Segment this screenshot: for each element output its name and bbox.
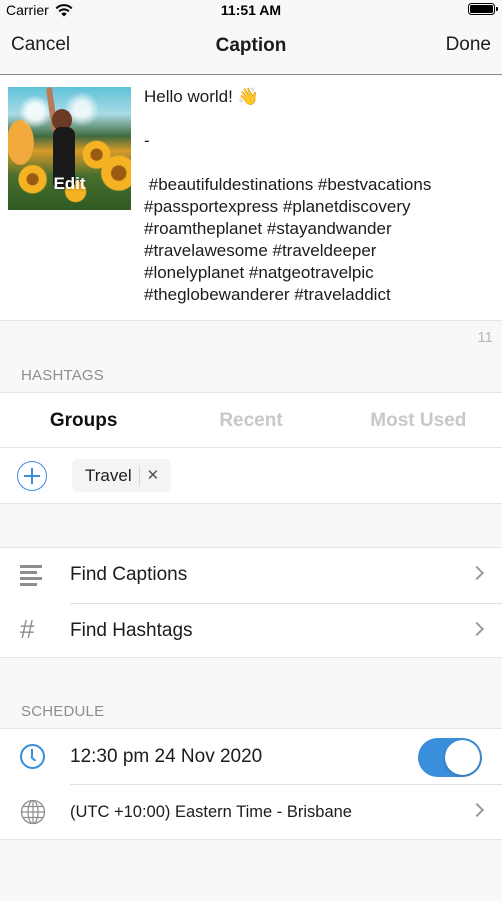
clock-icon — [20, 744, 45, 769]
find-captions-row[interactable]: Find Captions — [0, 548, 502, 603]
caption-textarea[interactable]: Hello world! 👋 - #beautifuldestinations … — [144, 86, 494, 306]
schedule-datetime[interactable]: 12:30 pm 24 Nov 2020 — [70, 746, 262, 768]
hashtag-tabs: Groups Recent Most Used — [0, 392, 502, 448]
globe-icon — [20, 799, 46, 825]
page-title: Caption — [0, 35, 502, 57]
navigation-bar: Cancel Caption Done — [0, 22, 502, 75]
battery-icon — [468, 3, 495, 15]
cancel-button[interactable]: Cancel — [11, 34, 70, 56]
find-captions-label: Find Captions — [70, 564, 187, 586]
chevron-right-icon — [470, 566, 484, 580]
toggle-knob — [445, 740, 480, 775]
schedule-section-header: SCHEDULE — [21, 703, 104, 720]
timezone-label: (UTC +10:00) Eastern Time - Brisbane — [70, 803, 352, 822]
done-button[interactable]: Done — [446, 34, 491, 56]
status-bar: Carrier 11:51 AM — [0, 0, 502, 22]
hashtag-icon: # — [20, 614, 34, 645]
text-lines-icon — [20, 565, 42, 585]
chevron-right-icon — [470, 803, 484, 817]
close-icon[interactable]: ✕ — [147, 468, 160, 483]
chevron-right-icon — [470, 622, 484, 636]
caption-editor: Edit Hello world! 👋 - #beautifuldestinat… — [0, 76, 502, 321]
find-hashtags-row[interactable]: # Find Hashtags — [0, 604, 502, 659]
post-thumbnail[interactable]: Edit — [8, 87, 131, 210]
find-list: Find Captions # Find Hashtags — [0, 547, 502, 658]
tab-groups[interactable]: Groups — [0, 393, 167, 447]
hashtag-count: 11 — [477, 329, 493, 346]
find-hashtags-label: Find Hashtags — [70, 620, 193, 642]
schedule-toggle[interactable] — [418, 738, 482, 777]
chip-label: Travel — [85, 466, 132, 486]
tab-most-used[interactable]: Most Used — [335, 393, 502, 447]
edit-photo-label: Edit — [8, 174, 131, 194]
status-time: 11:51 AM — [0, 2, 502, 18]
schedule-section: 12:30 pm 24 Nov 2020 (UTC +10:00) Easter… — [0, 728, 502, 840]
hashtags-section-header: HASHTAGS — [21, 367, 104, 384]
tab-recent[interactable]: Recent — [167, 393, 334, 447]
chip-divider — [139, 466, 140, 486]
hashtag-groups-row: Travel ✕ — [0, 448, 502, 504]
plus-circle-icon[interactable] — [17, 461, 47, 491]
hashtag-group-chip[interactable]: Travel ✕ — [72, 459, 171, 492]
timezone-row[interactable]: (UTC +10:00) Eastern Time - Brisbane — [0, 785, 502, 840]
